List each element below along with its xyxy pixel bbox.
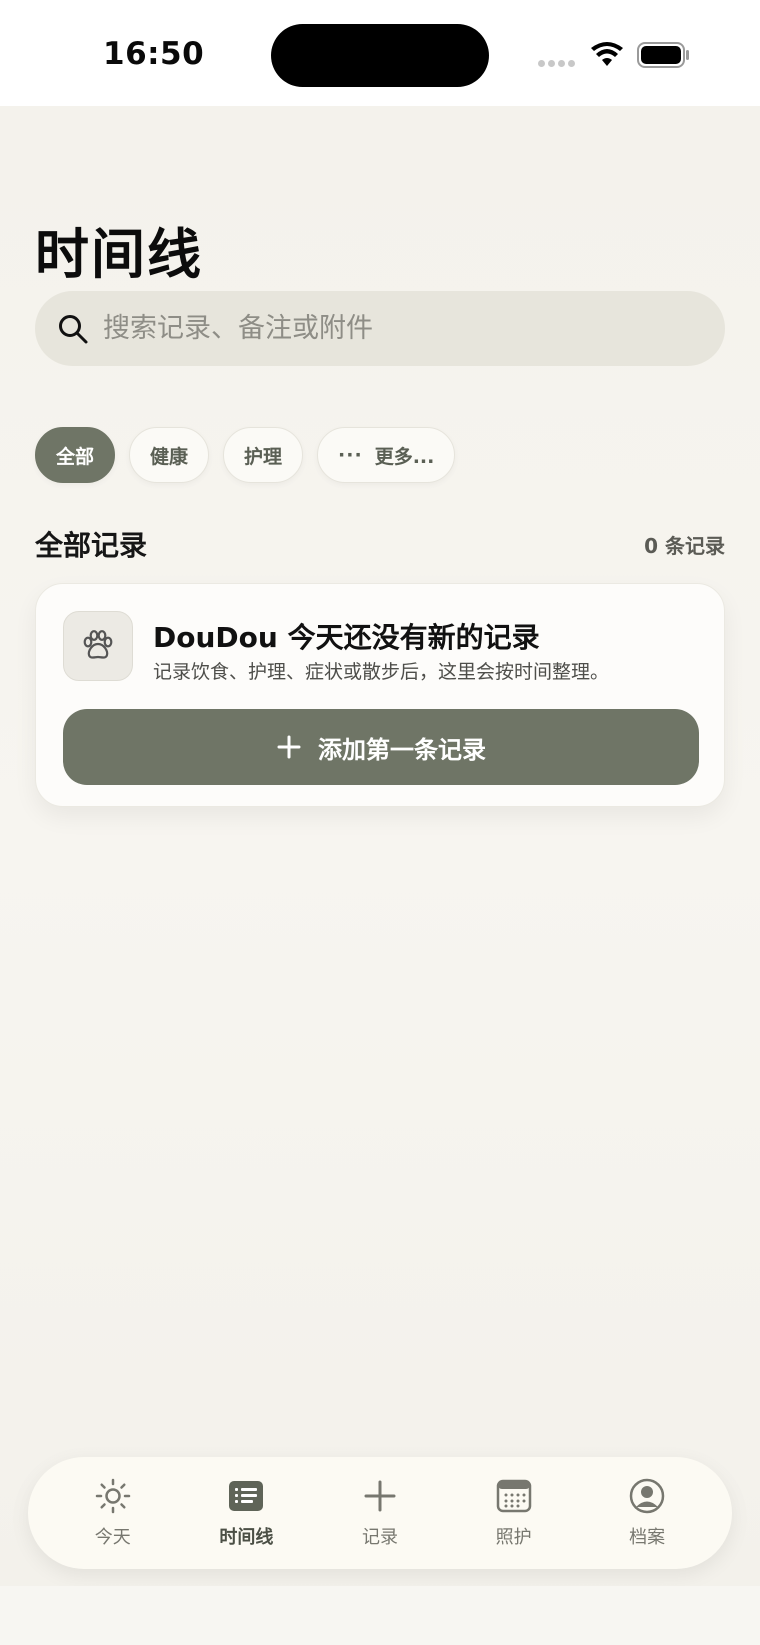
tab-label: 照护 <box>495 1527 532 1548</box>
dynamic-island <box>271 24 489 87</box>
empty-state-title: DouDou 今天还没有新的记录 <box>153 621 540 654</box>
cellular-signal-icon <box>538 60 578 68</box>
tab-profile[interactable]: 档案 <box>587 1468 707 1558</box>
calendar-icon <box>496 1479 531 1513</box>
add-first-record-label: 添加第一条记录 <box>318 735 486 764</box>
search-bar[interactable] <box>35 291 725 366</box>
battery-icon <box>637 42 689 68</box>
timeline-screen: 时间线 全部 健康 护理 ··· 更多... 全部记录 0 条记录 <box>0 106 760 1586</box>
wifi-icon <box>591 42 623 66</box>
search-icon <box>59 314 88 343</box>
search-input[interactable] <box>103 313 663 344</box>
tab-record[interactable]: 记录 <box>320 1468 440 1558</box>
sun-icon <box>95 1478 131 1514</box>
home-indicator-area <box>0 1586 760 1645</box>
tab-timeline[interactable]: 时间线 <box>186 1468 306 1558</box>
tab-label: 时间线 <box>219 1527 274 1548</box>
tab-label: 今天 <box>94 1527 131 1548</box>
tab-label: 档案 <box>629 1527 666 1548</box>
person-circle-icon <box>629 1478 665 1514</box>
tab-care[interactable]: 照护 <box>454 1468 574 1558</box>
paw-icon <box>63 611 133 681</box>
section-title: 全部记录 <box>35 529 148 562</box>
tab-label: 记录 <box>361 1527 398 1548</box>
list-icon <box>229 1481 264 1511</box>
filter-chip-all[interactable]: 全部 <box>35 427 116 483</box>
status-bar: 16:50 <box>0 0 760 106</box>
plus-icon <box>277 735 301 759</box>
tab-bar: 今天 时间线 记录 照护 档案 <box>28 1457 732 1569</box>
filter-chips: 全部 健康 护理 ··· 更多... <box>35 427 456 483</box>
add-first-record-button[interactable]: 添加第一条记录 <box>63 709 699 785</box>
plus-icon <box>364 1480 396 1512</box>
record-count: 0 条记录 <box>644 534 725 558</box>
empty-state-card: DouDou 今天还没有新的记录 记录饮食、护理、症状或散步后，这里会按时间整理… <box>35 583 725 807</box>
empty-state-subtitle: 记录饮食、护理、症状或散步后，这里会按时间整理。 <box>153 661 610 683</box>
status-time: 16:50 <box>103 36 205 72</box>
page-title: 时间线 <box>35 223 203 286</box>
filter-chip-label: 全部 <box>56 445 95 468</box>
filter-chip-label: 健康 <box>150 445 189 468</box>
filter-chip-label: 护理 <box>244 445 283 468</box>
filter-chip-health[interactable]: 健康 <box>129 427 210 483</box>
filter-chip-care[interactable]: 护理 <box>223 427 304 483</box>
tab-today[interactable]: 今天 <box>53 1468 173 1558</box>
filter-chip-more[interactable]: ··· 更多... <box>317 427 456 483</box>
ellipsis-icon: ··· <box>338 444 363 466</box>
filter-chip-label: 更多... <box>374 445 435 468</box>
